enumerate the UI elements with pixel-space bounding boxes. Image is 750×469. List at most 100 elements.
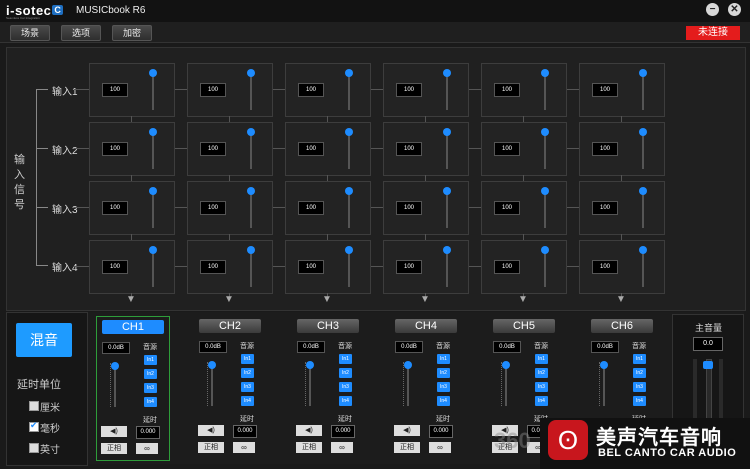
source-in1-button[interactable]: In1 (339, 354, 352, 364)
matrix-slider-track[interactable] (250, 251, 252, 287)
matrix-slider-knob[interactable] (443, 187, 451, 195)
matrix-slider-track[interactable] (348, 74, 350, 110)
source-in4-button[interactable]: In4 (535, 396, 548, 406)
speaker-mute-icon[interactable]: ◀) (394, 425, 420, 436)
matrix-slider-track[interactable] (152, 74, 154, 110)
channel-select-button[interactable]: CH6 (591, 319, 653, 333)
matrix-slider-knob[interactable] (639, 69, 647, 77)
matrix-gain-input[interactable]: 100 (298, 201, 324, 215)
menu-scene-button[interactable]: 场景 (10, 25, 50, 41)
matrix-gain-input[interactable]: 100 (200, 201, 226, 215)
menu-encrypt-button[interactable]: 加密 (112, 25, 152, 41)
matrix-slider-track[interactable] (642, 74, 644, 110)
matrix-gain-input[interactable]: 100 (494, 201, 520, 215)
channel-gain-value[interactable]: 0.0dB (493, 341, 521, 353)
matrix-gain-input[interactable]: 100 (102, 83, 128, 97)
matrix-slider-track[interactable] (544, 192, 546, 228)
matrix-slider-knob[interactable] (247, 69, 255, 77)
matrix-slider-track[interactable] (642, 251, 644, 287)
matrix-slider-knob[interactable] (149, 187, 157, 195)
matrix-gain-input[interactable]: 100 (200, 142, 226, 156)
source-in4-button[interactable]: In4 (241, 396, 254, 406)
matrix-slider-track[interactable] (152, 133, 154, 169)
channel-fader-knob[interactable] (502, 361, 510, 369)
matrix-slider-knob[interactable] (149, 246, 157, 254)
source-in3-button[interactable]: In3 (144, 383, 157, 393)
matrix-slider-track[interactable] (642, 192, 644, 228)
matrix-slider-knob[interactable] (247, 128, 255, 136)
source-in1-button[interactable]: In1 (241, 354, 254, 364)
matrix-slider-knob[interactable] (639, 246, 647, 254)
channel-fader-knob[interactable] (208, 361, 216, 369)
channel-gain-value[interactable]: 0.0dB (297, 341, 325, 353)
matrix-gain-input[interactable]: 100 (298, 83, 324, 97)
delay-input[interactable]: 0.000 (331, 425, 355, 438)
source-in4-button[interactable]: In4 (437, 396, 450, 406)
matrix-gain-input[interactable]: 100 (494, 142, 520, 156)
matrix-gain-input[interactable]: 100 (494, 83, 520, 97)
unit-cm-checkbox[interactable] (29, 401, 39, 411)
matrix-slider-track[interactable] (446, 192, 448, 228)
matrix-slider-track[interactable] (348, 251, 350, 287)
channel-select-button[interactable]: CH1 (102, 320, 164, 334)
source-in2-button[interactable]: In2 (241, 368, 254, 378)
matrix-slider-track[interactable] (348, 192, 350, 228)
matrix-slider-knob[interactable] (639, 128, 647, 136)
channel-gain-value[interactable]: 0.0dB (199, 341, 227, 353)
channel-select-button[interactable]: CH4 (395, 319, 457, 333)
delay-input[interactable]: 0.000 (429, 425, 453, 438)
matrix-slider-knob[interactable] (247, 246, 255, 254)
matrix-slider-knob[interactable] (541, 128, 549, 136)
matrix-slider-track[interactable] (250, 192, 252, 228)
matrix-slider-track[interactable] (544, 74, 546, 110)
matrix-slider-knob[interactable] (443, 128, 451, 136)
channel-select-button[interactable]: CH2 (199, 319, 261, 333)
mix-button[interactable]: 混音 (16, 323, 72, 357)
speaker-mute-icon[interactable]: ◀) (198, 425, 224, 436)
source-in4-button[interactable]: In4 (633, 396, 646, 406)
phase-button[interactable]: 正相 (101, 443, 127, 454)
delay-input[interactable]: 0.000 (136, 426, 160, 439)
channel-fader-knob[interactable] (306, 361, 314, 369)
source-in1-button[interactable]: In1 (437, 354, 450, 364)
matrix-gain-input[interactable]: 100 (298, 260, 324, 274)
source-in1-button[interactable]: In1 (144, 355, 157, 365)
source-in2-button[interactable]: In2 (633, 368, 646, 378)
source-in2-button[interactable]: In2 (339, 368, 352, 378)
matrix-slider-track[interactable] (642, 133, 644, 169)
matrix-gain-input[interactable]: 100 (396, 260, 422, 274)
source-in4-button[interactable]: In4 (144, 397, 157, 407)
phase-button[interactable]: 正相 (394, 442, 420, 453)
master-volume-knob[interactable] (703, 361, 713, 369)
matrix-slider-knob[interactable] (345, 69, 353, 77)
matrix-gain-input[interactable]: 100 (592, 201, 618, 215)
matrix-slider-knob[interactable] (345, 246, 353, 254)
matrix-gain-input[interactable]: 100 (102, 142, 128, 156)
phase-button[interactable]: 正相 (198, 442, 224, 453)
unit-cm-option[interactable]: 厘米 (28, 399, 60, 414)
matrix-gain-input[interactable]: 100 (396, 83, 422, 97)
matrix-slider-knob[interactable] (345, 187, 353, 195)
matrix-slider-knob[interactable] (443, 246, 451, 254)
source-in3-button[interactable]: In3 (535, 382, 548, 392)
source-in1-button[interactable]: In1 (535, 354, 548, 364)
matrix-slider-track[interactable] (250, 133, 252, 169)
channel-select-button[interactable]: CH5 (493, 319, 555, 333)
matrix-slider-track[interactable] (250, 74, 252, 110)
matrix-gain-input[interactable]: 100 (396, 201, 422, 215)
delay-input[interactable]: 0.000 (233, 425, 257, 438)
channel-fader-knob[interactable] (600, 361, 608, 369)
source-in1-button[interactable]: In1 (633, 354, 646, 364)
speaker-mute-icon[interactable]: ◀) (296, 425, 322, 436)
speaker-mute-icon[interactable]: ◀) (101, 426, 127, 437)
matrix-slider-track[interactable] (446, 74, 448, 110)
matrix-gain-input[interactable]: 100 (102, 260, 128, 274)
matrix-gain-input[interactable]: 100 (102, 201, 128, 215)
matrix-slider-track[interactable] (544, 251, 546, 287)
menu-options-button[interactable]: 选项 (61, 25, 101, 41)
channel-gain-value[interactable]: 0.0dB (102, 342, 130, 354)
link-icon[interactable]: ∞ (331, 442, 353, 453)
matrix-slider-track[interactable] (446, 251, 448, 287)
unit-ms-checkbox[interactable]: ✔ (29, 420, 39, 432)
master-volume-value[interactable]: 0.0 (693, 337, 723, 351)
